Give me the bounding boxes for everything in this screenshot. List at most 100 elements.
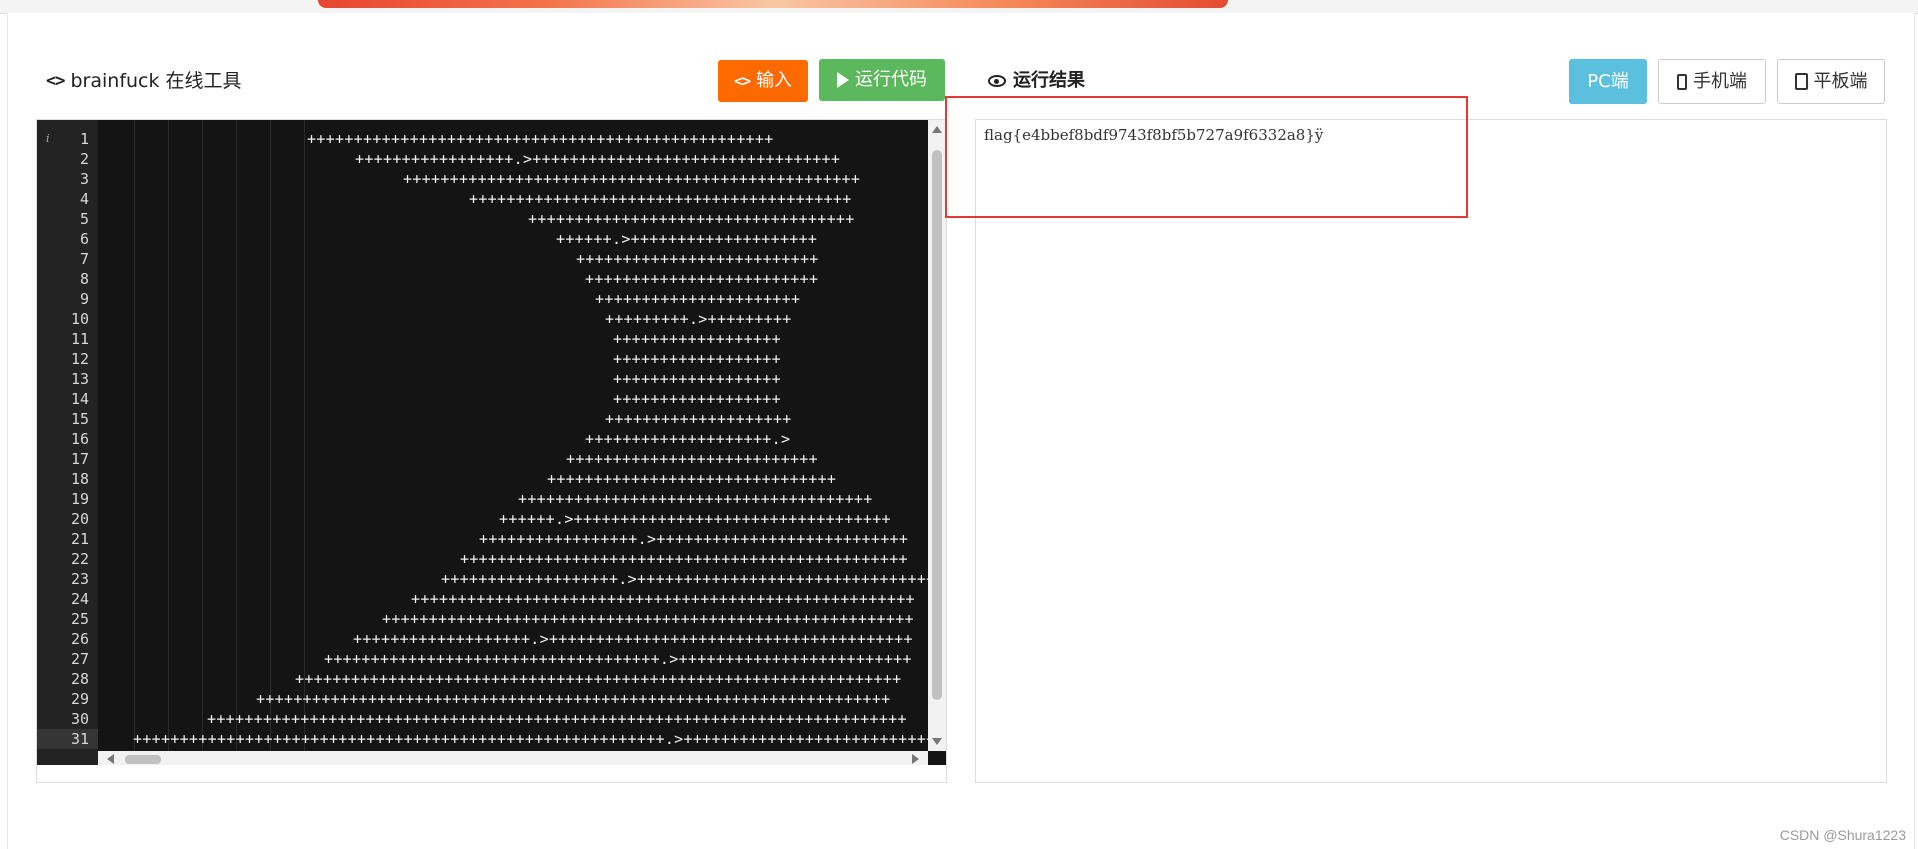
code-line[interactable]: +++++++++++++++++.>+++++++++++++++++++++…: [355, 149, 840, 169]
code-line[interactable]: ++++++++++++++++++: [613, 369, 781, 389]
line-number: 18: [70, 470, 89, 488]
vertical-scroll-thumb[interactable]: [932, 150, 942, 700]
scroll-left-arrow-icon[interactable]: [107, 754, 114, 764]
phone-view-button[interactable]: 手机端: [1658, 59, 1766, 104]
line-number: 15: [70, 410, 89, 428]
code-icon: <>: [733, 72, 751, 90]
code-line[interactable]: +++++++++++++++++++.>+++++++++++++++++++…: [441, 569, 928, 589]
line-number: 20: [70, 510, 89, 528]
indent-guide: [236, 120, 237, 751]
code-line[interactable]: ++++++.>++++++++++++++++++++++++++++++++…: [499, 509, 891, 529]
code-line[interactable]: +++++++++++++++++++++++++: [585, 269, 818, 289]
code-line[interactable]: ++++++++++++++++++++++++++++++++++++++++…: [295, 669, 902, 689]
code-line[interactable]: ++++++++++++++++++++++++++++++++++++++++…: [133, 729, 928, 749]
run-code-label: 运行代码: [855, 69, 927, 90]
line-number: 19: [70, 490, 89, 508]
scroll-right-arrow-icon[interactable]: [912, 754, 919, 764]
horizontal-scroll-thumb[interactable]: [125, 755, 161, 764]
code-line[interactable]: ++++++++++++++++++++++++++: [576, 249, 819, 269]
line-number: 12: [70, 350, 89, 368]
tablet-view-label: 平板端: [1813, 70, 1868, 92]
line-number: 30: [70, 710, 89, 728]
indent-guide: [134, 120, 135, 751]
code-line[interactable]: ++++++++++++++++++++.>: [585, 429, 790, 449]
line-number: 10: [70, 310, 89, 328]
line-number: 11: [70, 330, 89, 348]
browser-top-strip: [0, 0, 1918, 14]
line-number: 29: [70, 690, 89, 708]
pc-view-button[interactable]: PC端: [1569, 59, 1647, 104]
code-editor[interactable]: i 1 2 3 4 5 6 7 8 9 10 11 12 13 14 15 16 17 18 19 20 21 22 23 2…: [37, 120, 946, 765]
line-number: 13: [70, 370, 89, 388]
line-number: 16: [70, 430, 89, 448]
code-line[interactable]: ++++++++++++++++++++++++++++++++++++++++…: [382, 609, 914, 629]
result-title: 运行结果: [988, 68, 1085, 94]
code-editor-container: i 1 2 3 4 5 6 7 8 9 10 11 12 13 14 15 16 17 18 19 20 21 22 23 2…: [36, 119, 947, 783]
code-text-area[interactable]: ++++++++++++++++++++++++++++++++++++++++…: [98, 120, 928, 751]
code-line[interactable]: ++++++++++++++++++++++++++++++++++++.>++…: [324, 649, 912, 669]
tool-title-text: brainfuck 在线工具: [70, 70, 242, 92]
line-number: 28: [70, 670, 89, 688]
eye-icon: [988, 75, 1006, 87]
input-button-label: 输入: [756, 70, 793, 91]
scroll-up-arrow-icon[interactable]: [932, 126, 942, 133]
horizontal-scrollbar[interactable]: [98, 751, 928, 765]
line-number: 5: [79, 210, 89, 228]
code-line[interactable]: +++++++++++++++++++++++++++: [566, 449, 818, 469]
line-number: 23: [70, 570, 89, 588]
pc-view-label: PC端: [1587, 70, 1629, 92]
run-code-button[interactable]: 运行代码: [819, 59, 945, 101]
line-number: 22: [70, 550, 89, 568]
run-result-panel: flag{e4bbef8bdf9743f8bf5b727a9f6332a8}ÿ: [975, 119, 1887, 783]
code-line[interactable]: ++++++++++++++++++++++++++++++++++++++++…: [460, 549, 908, 569]
indent-guide: [168, 120, 169, 751]
code-line[interactable]: +++++++++++++++++++.>+++++++++++++++++++…: [353, 629, 913, 649]
line-number: 21: [70, 530, 89, 548]
tablet-view-button[interactable]: 平板端: [1777, 59, 1885, 104]
line-number: 17: [70, 450, 89, 468]
code-line[interactable]: ++++++++++++++++++++++++++++++++++++++++…: [403, 169, 860, 189]
line-number: 3: [79, 170, 89, 188]
code-line[interactable]: +++++++++++++++++++++++++++++++: [547, 469, 836, 489]
code-line[interactable]: +++++++++.>+++++++++: [605, 309, 792, 329]
code-line[interactable]: ++++++++++++++++++++++++++++++++++++++++…: [469, 189, 852, 209]
line-number: 4: [79, 190, 89, 208]
code-line[interactable]: +++++++++++++++++++++++++++++++++++: [528, 209, 855, 229]
phone-icon: [1677, 73, 1687, 90]
line-number: 6: [79, 230, 89, 248]
code-line[interactable]: ++++++++++++++++++++++++++++++++++++++: [518, 489, 873, 509]
result-title-text: 运行结果: [1013, 70, 1085, 91]
line-number: 25: [70, 610, 89, 628]
indent-guide: [270, 120, 271, 751]
scrollbar-corner: [928, 751, 946, 765]
vertical-scrollbar[interactable]: [928, 120, 946, 751]
line-number: 2: [79, 150, 89, 168]
code-line[interactable]: ++++++++++++++++++++++++++++++++++++++++…: [256, 689, 891, 709]
line-number: 24: [70, 590, 89, 608]
input-button[interactable]: <> 输入: [718, 60, 808, 102]
code-icon: <>: [46, 71, 66, 91]
indent-guide: [202, 120, 203, 751]
top-banner-image[interactable]: [318, 0, 1228, 8]
code-line[interactable]: +++++++++++++++++.>+++++++++++++++++++++…: [479, 529, 908, 549]
scroll-down-arrow-icon[interactable]: [932, 738, 942, 745]
code-line[interactable]: ++++++++++++++++++: [613, 329, 781, 349]
indent-guide: [304, 120, 305, 751]
watermark: CSDN @Shura1223: [1779, 827, 1906, 843]
line-number: 31: [70, 730, 89, 748]
code-line[interactable]: ++++++++++++++++++++: [605, 409, 792, 429]
play-icon: [837, 72, 849, 88]
line-number: 8: [79, 270, 89, 288]
code-line[interactable]: ++++++.>++++++++++++++++++++: [556, 229, 817, 249]
tablet-icon: [1794, 73, 1808, 90]
code-line[interactable]: ++++++++++++++++++: [613, 349, 781, 369]
tool-title: <> brainfuck 在线工具: [46, 68, 242, 94]
code-line[interactable]: ++++++++++++++++++++++++++++++++++++++++…: [307, 129, 774, 149]
code-line[interactable]: ++++++++++++++++++++++: [595, 289, 800, 309]
red-highlight-box: [945, 96, 1468, 218]
code-line[interactable]: ++++++++++++++++++++++++++++++++++++++++…: [207, 709, 907, 729]
phone-view-label: 手机端: [1693, 70, 1747, 92]
code-line[interactable]: ++++++++++++++++++++++++++++++++++++++++…: [411, 589, 915, 609]
line-number: 7: [79, 250, 89, 268]
code-line[interactable]: ++++++++++++++++++: [613, 389, 781, 409]
